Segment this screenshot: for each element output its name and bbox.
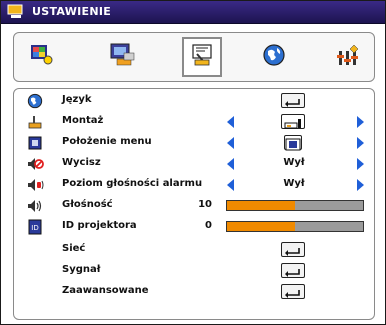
row-label: Zaawansowane <box>62 285 149 296</box>
left-arrow-icon[interactable] <box>227 116 234 128</box>
left-arrow-icon[interactable] <box>227 179 234 191</box>
menu-location-icon <box>26 135 44 151</box>
volume-icon <box>26 198 44 214</box>
left-arrow-icon[interactable] <box>227 137 234 149</box>
setup-icon <box>189 42 215 72</box>
svg-text:ID: ID <box>31 224 38 232</box>
menu-tabs <box>13 32 375 82</box>
osd-menu: USTAWIENIE Język Montaż Położenie menu W… <box>0 0 386 325</box>
row-label: Wycisz <box>62 157 101 168</box>
row-label: ID projektora <box>62 220 137 231</box>
row-label: Sieć <box>62 243 86 254</box>
row-advanced[interactable]: Zaawansowane <box>14 282 374 302</box>
menu-title: USTAWIENIE <box>32 5 112 18</box>
row-language[interactable]: Język <box>14 91 374 111</box>
volume-slider-frame <box>226 200 364 211</box>
projector-id-slider-frame <box>226 221 364 232</box>
projector-id-slider[interactable] <box>226 221 364 232</box>
projector-id-icon: ID <box>26 219 44 235</box>
row-mute[interactable]: Wycisz Wył <box>14 154 374 174</box>
right-arrow-icon[interactable] <box>357 137 364 149</box>
settings-panel: Język Montaż Położenie menu Wycisz Wył P… <box>13 88 375 320</box>
projector-id-value: 0 <box>205 220 212 231</box>
alarm-volume-icon <box>26 177 44 193</box>
picture-settings-icon <box>30 44 54 70</box>
mount-select-icon <box>281 114 305 129</box>
enter-icon[interactable] <box>281 242 305 257</box>
globe-icon <box>26 93 44 109</box>
row-alarm-volume[interactable]: Poziom głośności alarmu Wył <box>14 175 374 195</box>
right-arrow-icon[interactable] <box>357 116 364 128</box>
enter-icon[interactable] <box>281 263 305 278</box>
row-label: Poziom głośności alarmu <box>62 178 203 189</box>
menu-icon <box>7 4 25 19</box>
tab-image[interactable] <box>23 38 61 76</box>
options-icon <box>336 43 360 71</box>
row-network[interactable]: Sieć <box>14 240 374 260</box>
globe-icon <box>262 43 286 71</box>
volume-slider[interactable] <box>226 200 364 211</box>
row-projector-id[interactable]: ID ID projektora 0 <box>14 217 374 237</box>
tab-setup[interactable] <box>182 37 222 77</box>
row-label: Położenie menu <box>62 136 152 147</box>
center-position-icon <box>284 135 302 151</box>
enter-icon[interactable] <box>281 93 305 108</box>
row-label: Sygnał <box>62 264 101 275</box>
projector-icon <box>26 114 44 130</box>
row-volume[interactable]: Głośność 10 <box>14 196 374 216</box>
row-menu-location[interactable]: Położenie menu <box>14 133 374 153</box>
mute-icon <box>26 156 44 172</box>
tab-options[interactable] <box>329 38 367 76</box>
right-arrow-icon[interactable] <box>357 158 364 170</box>
right-arrow-icon[interactable] <box>357 179 364 191</box>
row-label: Głośność <box>62 199 113 210</box>
left-arrow-icon[interactable] <box>227 158 234 170</box>
title-bar: USTAWIENIE <box>1 1 385 24</box>
row-mount[interactable]: Montaż <box>14 112 374 132</box>
tab-display[interactable] <box>104 38 142 76</box>
row-label: Montaż <box>62 115 104 126</box>
row-signal[interactable]: Sygnał <box>14 261 374 281</box>
display-icon <box>110 43 136 71</box>
mute-value: Wył <box>283 157 305 168</box>
alarm-volume-value: Wył <box>283 178 305 189</box>
volume-value: 10 <box>198 199 212 210</box>
enter-icon[interactable] <box>281 284 305 299</box>
row-label: Język <box>62 94 92 105</box>
tab-network[interactable] <box>255 38 293 76</box>
